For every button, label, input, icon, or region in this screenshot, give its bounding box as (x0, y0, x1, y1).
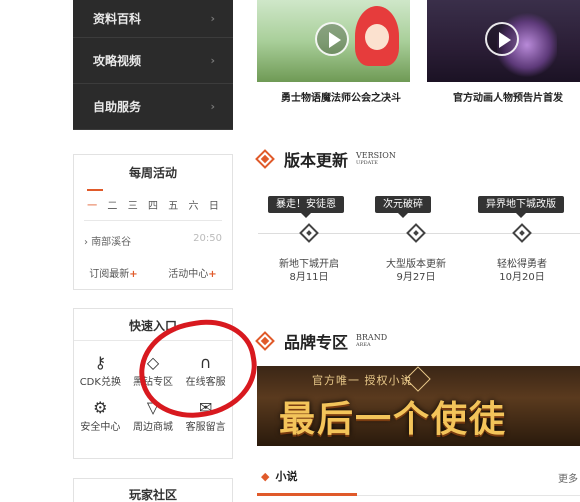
menu-item-label: 资料百科 (93, 12, 142, 26)
timeline-tag[interactable]: 异界地下城改版 (478, 196, 564, 218)
quick-item-label: CDK兑换 (79, 377, 121, 388)
timeline-entry-name: 轻松得勇者 (497, 259, 547, 270)
timeline-entry-date: 10月20日 (499, 272, 545, 283)
timeline-entry[interactable]: 新地下城开启 8月11日 (259, 258, 359, 284)
day-tab[interactable]: 四 (148, 197, 158, 212)
divider (84, 220, 222, 221)
diamond-bullet-icon: ◆ (261, 470, 270, 483)
section-subtitle: BRAND AREA (356, 333, 388, 349)
menu-item-guide-videos[interactable]: 攻略视频 › (73, 38, 233, 84)
menu-item-encyclopedia[interactable]: 资料百科 › (73, 0, 233, 38)
gear-icon: ⚙ (93, 398, 108, 417)
timeline-tag[interactable]: 次元破碎 (375, 196, 431, 218)
section-subtitle: VERSION UPDATE (356, 151, 396, 167)
play-icon[interactable] (485, 22, 519, 56)
panel-title: 玩家社区 (128, 488, 177, 502)
activity-center-link[interactable]: 活动中心+ (168, 265, 216, 280)
menu-item-self-service[interactable]: 自助服务 › (73, 84, 233, 130)
timeline-entry-date: 9月27日 (396, 272, 436, 283)
timeline-node-icon (512, 223, 532, 243)
weekly-links: 订阅最新+ 活动中心+ (74, 265, 232, 280)
subscribe-link[interactable]: 订阅最新+ (89, 265, 137, 280)
timeline-node-icon (299, 223, 319, 243)
video-thumbnail[interactable] (427, 0, 580, 82)
character-illustration (355, 6, 399, 66)
title-accent-bar (87, 189, 103, 191)
active-tab-underline (257, 493, 357, 496)
security-center-link[interactable]: ⚙ 安全中心 (74, 398, 127, 433)
event-time: 20:50 (193, 233, 222, 244)
weekday-tabs: 一 二 三 四 五 六 日 (74, 197, 232, 212)
video-thumbnail[interactable] (257, 0, 410, 82)
video-caption[interactable]: 官方动画人物预告片首发 (453, 89, 563, 104)
banner-tagline: 官方唯一 授权小说 (312, 374, 413, 387)
menu-item-label: 自助服务 (93, 100, 142, 114)
timeline-entry-name: 大型版本更新 (386, 259, 446, 270)
chevron-right-icon: › (210, 100, 215, 113)
page: 资料百科 › 攻略视频 › 自助服务 › 每周活动 一 二 三 四 五 六 日 … (0, 0, 580, 502)
timeline-entry-name: 新地下城开启 (279, 259, 339, 270)
diamond-icon (255, 331, 275, 351)
key-icon: ⚷ (94, 353, 107, 372)
day-tab[interactable]: 一 (87, 197, 97, 212)
panel-title: 每周活动 (128, 166, 177, 180)
weekly-activities-panel: 每周活动 一 二 三 四 五 六 日 › 南部溪谷 20:50 订阅最新+ 活动… (73, 154, 233, 290)
day-tab[interactable]: 六 (189, 197, 199, 212)
chevron-right-icon: › (210, 12, 215, 25)
version-update-heading: 版本更新 VERSION UPDATE (255, 147, 396, 171)
quick-item-label: 客服留言 (185, 422, 226, 433)
tab-novel[interactable]: ◆ 小说 (257, 468, 297, 484)
day-tab[interactable]: 五 (168, 197, 178, 212)
quick-item-label: 周边商城 (132, 422, 173, 433)
day-tab[interactable]: 三 (128, 197, 138, 212)
cdk-exchange-link[interactable]: ⚷ CDK兑换 (74, 353, 127, 388)
chevron-right-icon: › (210, 54, 215, 67)
video-caption[interactable]: 勇士物语魔法师公会之决斗 (281, 89, 401, 104)
novel-banner[interactable]: 官方唯一 授权小说 最后一个使徒 (257, 366, 580, 446)
diamond-icon (255, 149, 275, 169)
brand-area-heading: 品牌专区 BRAND AREA (255, 329, 388, 353)
play-icon[interactable] (315, 22, 349, 56)
section-title: 品牌专区 (284, 333, 349, 352)
timeline-entry[interactable]: 轻松得勇者 10月20日 (472, 258, 572, 284)
section-title: 版本更新 (284, 151, 349, 170)
day-tab[interactable]: 二 (107, 197, 117, 212)
left-dark-menu: 资料百科 › 攻略视频 › 自助服务 › (73, 0, 233, 130)
more-link[interactable]: 更多 (558, 470, 578, 485)
menu-item-label: 攻略视频 (93, 54, 142, 68)
player-community-panel: 玩家社区 (73, 478, 233, 502)
event-name: › 南部溪谷 (84, 237, 132, 248)
timeline-entry[interactable]: 大型版本更新 9月27日 (366, 258, 466, 284)
timeline-node-icon (406, 223, 426, 243)
event-row[interactable]: › 南部溪谷 20:50 (84, 233, 222, 248)
quick-item-label: 安全中心 (80, 422, 121, 433)
day-tab[interactable]: 日 (209, 197, 219, 212)
timeline-entry-date: 8月11日 (289, 272, 329, 283)
brand-tabs: ◆ 小说 更多 (257, 462, 580, 502)
banner-title: 最后一个使徒 (279, 399, 508, 440)
timeline-tag[interactable]: 暴走！安徒恩 (268, 196, 344, 218)
